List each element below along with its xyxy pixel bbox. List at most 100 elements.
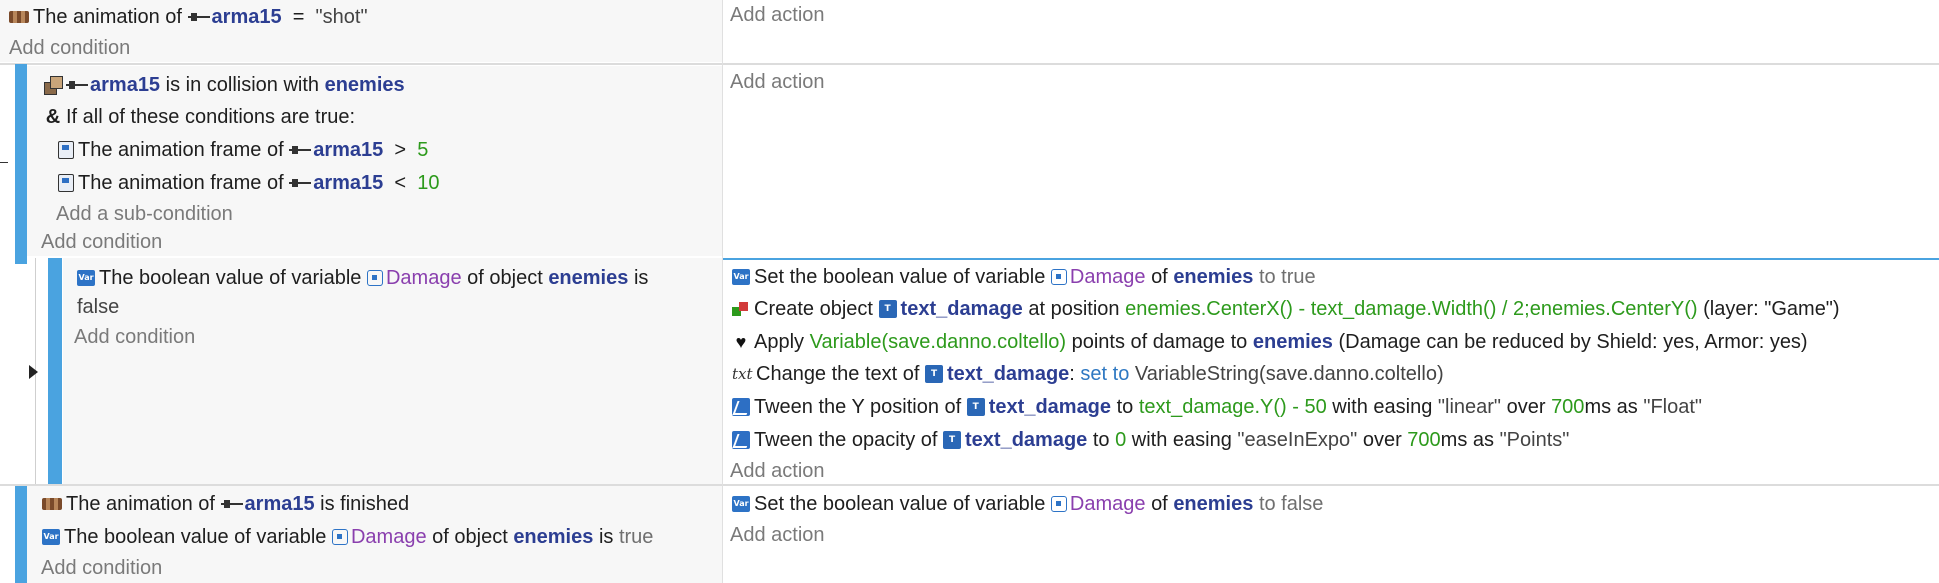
text-object-icon: T <box>943 431 962 449</box>
film-strip-icon <box>9 11 29 23</box>
action-text: Create object <box>754 298 873 320</box>
add-action-button[interactable]: Add action <box>730 69 825 95</box>
action-text: (layer: "Game") <box>1703 298 1840 320</box>
action-set-damage-false[interactable]: Var Set the boolean value of variable Da… <box>732 491 1323 517</box>
create-object-icon <box>732 300 750 318</box>
expression: text_damage.Y() - 50 <box>1138 396 1327 418</box>
tween-icon <box>732 431 750 449</box>
condition-text: The animation frame of <box>78 139 284 161</box>
action-text: : <box>1069 363 1075 385</box>
variable-icon: Var <box>77 270 95 286</box>
text-object-icon: T <box>878 300 897 318</box>
value: "shot" <box>315 6 368 28</box>
action-text: to false <box>1258 493 1324 515</box>
action-text: at position <box>1028 298 1120 320</box>
object-name: text_damage <box>965 429 1088 451</box>
duration: 700 <box>1551 396 1585 418</box>
gun-icon <box>289 179 312 187</box>
variable-icon: Var <box>732 496 750 512</box>
action-apply-damage[interactable]: ♥ Apply Variable(save.danno.coltello) po… <box>732 329 1808 355</box>
subcondition-frame-gt[interactable]: The animation frame of arma15 > 5 <box>58 137 428 163</box>
condition-text: of object <box>432 526 508 548</box>
film-strip-icon <box>42 498 62 510</box>
action-text: Change the text of <box>756 363 920 385</box>
action-change-text[interactable]: txt Change the text of Ttext_damage: set… <box>732 361 1444 387</box>
add-condition-button[interactable]: Add condition <box>41 229 162 255</box>
action-tween-opacity[interactable]: Tween the opacity of Ttext_damage to 0 w… <box>732 427 1569 453</box>
condition-animation-shot[interactable]: The animation of arma15 = "shot" <box>9 4 368 30</box>
collision-icon <box>44 76 63 95</box>
object-name: arma15 <box>244 493 315 515</box>
variable-name: Damage <box>350 526 427 548</box>
condition-text: If all of these conditions are true: <box>66 106 356 128</box>
add-condition-button[interactable]: Add condition <box>74 324 195 350</box>
add-subcondition-button[interactable]: Add a sub-condition <box>56 201 233 227</box>
condition-text: The animation of <box>33 6 182 28</box>
action-text: Set the boolean value of variable <box>754 266 1046 288</box>
value: 5 <box>417 139 429 161</box>
object-name: enemies <box>324 74 405 96</box>
condition-animation-finished[interactable]: The animation of arma15 is finished <box>42 491 409 517</box>
value: false <box>77 296 120 318</box>
subcondition-frame-lt[interactable]: The animation frame of arma15 < 10 <box>58 170 439 196</box>
gun-icon <box>187 13 210 21</box>
condition-damage-false[interactable]: Var The boolean value of variable Damage… <box>77 265 648 291</box>
text-object-icon: T <box>966 398 985 416</box>
condition-text: The animation frame of <box>78 172 284 194</box>
condition-text: The animation of <box>66 493 215 515</box>
add-action-button[interactable]: Add action <box>730 522 825 548</box>
duration: 700 <box>1407 429 1441 451</box>
condition-value-wrap: false <box>77 294 119 320</box>
action-create-object[interactable]: Create object Ttext_damage at position e… <box>732 296 1840 322</box>
tween-id: "Float" <box>1643 396 1703 418</box>
condition-text: The boolean value of variable <box>64 526 327 548</box>
variable-icon <box>1050 496 1067 512</box>
condition-text: of object <box>467 267 543 289</box>
action-text: to true <box>1258 266 1316 288</box>
action-text: to <box>1116 396 1134 418</box>
condition-collision[interactable]: arma15 is in collision with enemies <box>44 72 405 98</box>
condition-damage-true[interactable]: Var The boolean value of variable Damage… <box>42 524 653 550</box>
object-name: text_damage <box>988 396 1112 418</box>
animation-frame-icon <box>58 174 74 192</box>
value: 10 <box>417 172 440 194</box>
action-text: over <box>1362 429 1402 451</box>
txt-icon: txt <box>732 365 753 383</box>
tween-icon <box>732 398 750 416</box>
action-text: Tween the opacity of <box>754 429 938 451</box>
action-text: points of damage to <box>1071 331 1248 353</box>
collapse-arrow-icon[interactable] <box>29 365 38 379</box>
add-action-button[interactable]: Add action <box>730 2 825 28</box>
action-text: of <box>1151 266 1168 288</box>
tree-tick <box>0 162 8 163</box>
action-text: over <box>1506 396 1546 418</box>
add-action-button[interactable]: Add action <box>730 458 825 484</box>
action-set-damage-true[interactable]: Var Set the boolean value of variable Da… <box>732 264 1316 290</box>
condition-text: is <box>633 267 649 289</box>
object-name: arma15 <box>90 74 161 96</box>
variable-name: Damage <box>1069 266 1146 288</box>
operator: = <box>292 6 305 28</box>
separator <box>0 63 1939 65</box>
variable-icon: Var <box>42 529 60 545</box>
tween-id: "Points" <box>1499 429 1570 451</box>
action-text: ms as <box>1584 396 1638 418</box>
value: 0 <box>1115 429 1127 451</box>
add-condition-button[interactable]: Add condition <box>9 35 130 61</box>
object-name: arma15 <box>211 6 282 28</box>
operator: set to <box>1080 363 1130 385</box>
add-condition-button[interactable]: Add condition <box>41 555 162 581</box>
action-tween-y[interactable]: Tween the Y position of Ttext_damage to … <box>732 394 1702 420</box>
object-name: enemies <box>1173 266 1254 288</box>
condition-text: The boolean value of variable <box>99 267 362 289</box>
action-text: of <box>1151 493 1168 515</box>
expression: enemies.CenterX() - text_damage.Width() … <box>1125 298 1698 320</box>
object-name: enemies <box>1173 493 1254 515</box>
condition-and-group[interactable]: & If all of these conditions are true: <box>44 104 355 130</box>
variable-icon: Var <box>732 269 750 285</box>
condition-text: is finished <box>320 493 410 515</box>
separator <box>722 258 1939 260</box>
easing: "linear" <box>1437 396 1502 418</box>
event-3-conditions <box>63 258 722 484</box>
event-4-bar <box>15 486 27 583</box>
